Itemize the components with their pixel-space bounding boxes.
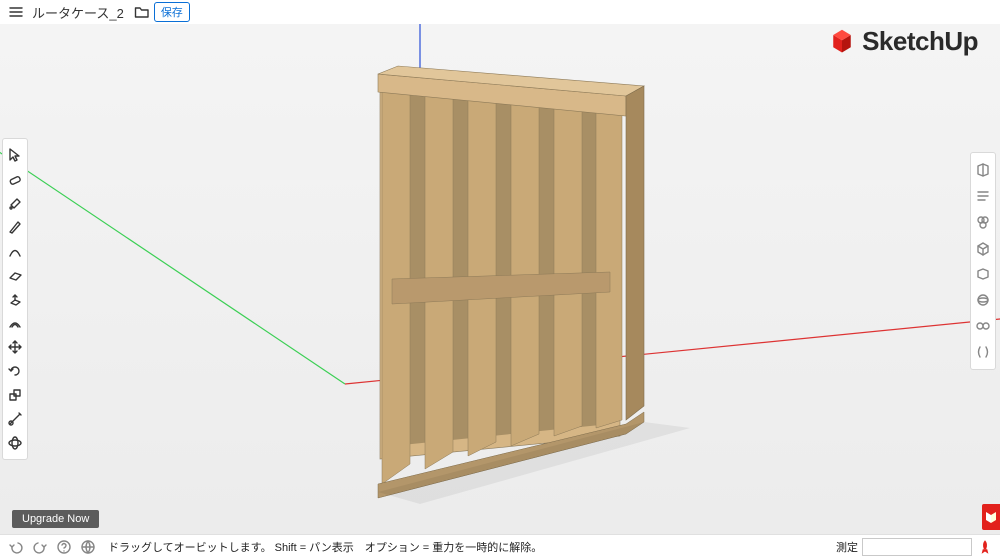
warehouse-panel[interactable] bbox=[972, 237, 994, 259]
status-bar: ドラッグしてオービットします。 Shift = パン表示 オプション = 重力を… bbox=[0, 534, 1000, 558]
language-button[interactable] bbox=[78, 537, 98, 557]
viewport-3d[interactable] bbox=[0, 24, 1000, 534]
file-title: ルータケース_2 bbox=[32, 3, 124, 22]
left-toolbar bbox=[2, 138, 28, 460]
topbar: ルータケース_2 保存 bbox=[0, 0, 1000, 24]
folder-icon[interactable] bbox=[134, 4, 150, 20]
pushpull-tool[interactable] bbox=[4, 288, 26, 310]
rotate-tool[interactable] bbox=[4, 360, 26, 382]
right-panel-bar bbox=[970, 152, 996, 370]
sketchup-badge[interactable] bbox=[982, 504, 1000, 530]
instructor-panel[interactable] bbox=[972, 185, 994, 207]
layers-panel[interactable] bbox=[972, 315, 994, 337]
orbit-tool[interactable] bbox=[4, 432, 26, 454]
save-button[interactable]: 保存 bbox=[154, 2, 190, 22]
sketchup-brand: SketchUp bbox=[828, 26, 978, 57]
move-tool[interactable] bbox=[4, 336, 26, 358]
styles-panel[interactable] bbox=[972, 289, 994, 311]
rocket-icon[interactable] bbox=[976, 538, 994, 556]
offset-tool[interactable] bbox=[4, 312, 26, 334]
paint-tool[interactable] bbox=[4, 192, 26, 214]
measure-input[interactable] bbox=[862, 538, 972, 556]
select-tool[interactable] bbox=[4, 144, 26, 166]
components-panel[interactable] bbox=[972, 211, 994, 233]
axis-green bbox=[0, 119, 345, 384]
redo-button[interactable] bbox=[30, 537, 50, 557]
help-button[interactable] bbox=[54, 537, 74, 557]
arc-tool[interactable] bbox=[4, 240, 26, 262]
scenes-panel[interactable] bbox=[972, 341, 994, 363]
hamburger-menu[interactable] bbox=[6, 2, 26, 22]
undo-button[interactable] bbox=[6, 537, 26, 557]
sketchup-logo-icon bbox=[828, 28, 856, 56]
pencil-tool[interactable] bbox=[4, 216, 26, 238]
tape-tool[interactable] bbox=[4, 408, 26, 430]
status-hint: ドラッグしてオービットします。 Shift = パン表示 オプション = 重力を… bbox=[108, 539, 542, 555]
entity-info-panel[interactable] bbox=[972, 159, 994, 181]
scale-tool[interactable] bbox=[4, 384, 26, 406]
upgrade-button[interactable]: Upgrade Now bbox=[12, 510, 99, 528]
model-object[interactable] bbox=[378, 66, 690, 504]
eraser-tool[interactable] bbox=[4, 168, 26, 190]
sketchup-logo-text: SketchUp bbox=[862, 26, 978, 57]
rectangle-tool[interactable] bbox=[4, 264, 26, 286]
materials-panel[interactable] bbox=[972, 263, 994, 285]
measure-label: 測定 bbox=[836, 539, 858, 555]
